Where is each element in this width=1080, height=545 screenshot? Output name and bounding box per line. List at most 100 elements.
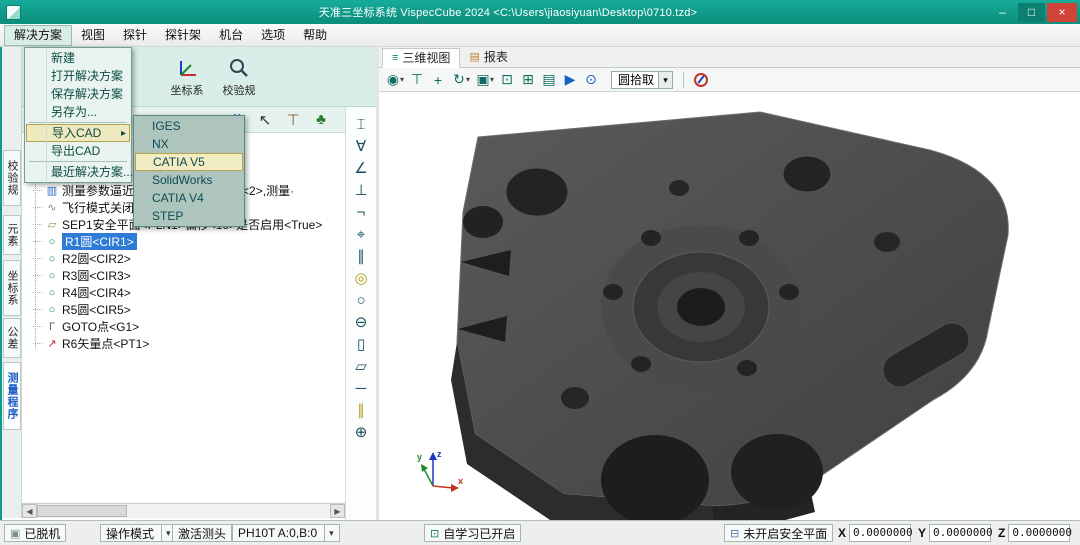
position-icon[interactable]: ⌖: [350, 225, 372, 245]
left-tab-strip: 校验规 元素 坐标系 公差 测量程序: [2, 47, 22, 518]
menu-import-cad[interactable]: 导入CAD ▸: [26, 124, 130, 142]
minimize-button[interactable]: –: [989, 3, 1016, 22]
ellipse-icon[interactable]: ⊖: [350, 313, 372, 333]
dropdown-arrow-icon[interactable]: ▾: [324, 525, 334, 541]
scroll-track[interactable]: [37, 504, 330, 518]
menu-recent-solutions[interactable]: 最近解决方案...: [26, 163, 130, 181]
dropdown-arrow-icon[interactable]: ▾: [161, 525, 171, 541]
menu-item-probe[interactable]: 探针: [114, 25, 156, 46]
titlebar: 天准三坐标系统 VispecCube 2024 <C:\Users\jiaosi…: [0, 0, 1080, 24]
menu-separator: [29, 161, 127, 162]
menu-item-solution[interactable]: 解决方案: [4, 25, 72, 46]
distance-icon[interactable]: ⌶: [350, 115, 372, 135]
submenu-catia-v4[interactable]: CATIA V4: [135, 189, 243, 207]
tree-item[interactable]: ○R3圆<CIR3>: [28, 267, 345, 284]
sidebar-tab-tolerance[interactable]: 公差: [3, 318, 21, 358]
menu-item-options[interactable]: 选项: [252, 25, 294, 46]
menu-export-cad[interactable]: 导出CAD: [26, 142, 130, 160]
circle-icon: ○: [45, 253, 59, 265]
dropdown-arrow-icon[interactable]: ▾: [658, 72, 672, 88]
x-coordinate-readout: X 0.0000000: [838, 524, 911, 542]
tree-item[interactable]: ○R5圆<CIR5>: [28, 301, 345, 318]
pan-icon[interactable]: +: [429, 70, 447, 90]
angle-icon[interactable]: ∠: [350, 159, 372, 179]
menu-item-probe-rack[interactable]: 探针架: [156, 25, 210, 46]
submenu-catia-v5[interactable]: CATIA V5: [135, 153, 243, 171]
tab-report[interactable]: ▤ 报表: [460, 47, 516, 67]
sidebar-tab-coordinate-systems[interactable]: 坐标系: [3, 260, 21, 316]
capture-icon[interactable]: ▤: [540, 70, 558, 90]
toolbar-button-gauge-check[interactable]: 校验规: [214, 50, 264, 104]
menu-item-help[interactable]: 帮助: [294, 25, 336, 46]
zoom-fit-icon[interactable]: ⊞: [519, 70, 537, 90]
offset-icon[interactable]: ¬: [350, 203, 372, 223]
submenu-solidworks[interactable]: SolidWorks: [135, 171, 243, 189]
magnifier-icon: [228, 57, 250, 79]
pick-point-icon[interactable]: ⊙: [582, 70, 600, 90]
tree-item-selected[interactable]: ○R1圆<CIR1>: [28, 233, 345, 250]
app-window: 天准三坐标系统 VispecCube 2024 <C:\Users\jiaosi…: [0, 0, 1080, 545]
parallel-icon[interactable]: ∥: [350, 247, 372, 267]
line-icon[interactable]: ─: [350, 379, 372, 399]
stylus-icon[interactable]: ↖: [255, 111, 275, 129]
hammer-icon[interactable]: ⊤: [283, 111, 303, 129]
parallel-lines-icon[interactable]: ∥: [350, 401, 372, 421]
pick-mode-combobox[interactable]: 圆拾取 ▾: [611, 71, 673, 89]
circle-icon: ○: [45, 287, 59, 299]
close-button[interactable]: ×: [1047, 3, 1077, 22]
list-icon: ≡: [392, 48, 398, 68]
tree-item[interactable]: ↗R6矢量点<PT1>: [28, 335, 345, 352]
menu-separator: [29, 122, 127, 123]
menu-open-solution[interactable]: 打开解决方案: [26, 67, 130, 85]
dropdown-arrow-icon: ▾: [490, 75, 494, 84]
menu-save-solution[interactable]: 保存解决方案: [26, 85, 130, 103]
angle-planes-icon[interactable]: ∀: [350, 137, 372, 157]
operation-mode-combobox[interactable]: 操作模式 ▾: [100, 524, 177, 542]
circle-icon: ○: [45, 236, 59, 248]
tree-item[interactable]: ○R2圆<CIR2>: [28, 250, 345, 267]
safety-plane-icon: ⊟: [730, 527, 739, 540]
menu-item-view[interactable]: 视图: [72, 25, 114, 46]
submenu-step[interactable]: STEP: [135, 207, 243, 225]
toolbar-separator: [683, 72, 684, 88]
active-probe-combobox[interactable]: PH10T A:0,B:0 ▾: [232, 524, 340, 542]
circle-icon[interactable]: ○: [350, 291, 372, 311]
scroll-left-button[interactable]: ◀: [22, 504, 37, 518]
tree-item[interactable]: ΓGOTO点<G1>: [28, 318, 345, 335]
solution-menu: 新建 打开解决方案 保存解决方案 另存为... 导入CAD ▸ 导出CAD 最近…: [24, 47, 132, 183]
toolbar-button-coordinate-system[interactable]: 坐标系: [162, 50, 212, 104]
view-cube-icon[interactable]: ▣▾: [474, 70, 495, 90]
tree-icon[interactable]: ♣: [311, 111, 331, 128]
menu-item-machine[interactable]: 机台: [210, 25, 252, 46]
tab-3d-view[interactable]: ≡ 三维视图: [382, 48, 460, 68]
tree-horizontal-scrollbar[interactable]: ◀ ▶: [22, 503, 345, 518]
x-value: 0.0000000: [849, 524, 911, 542]
probe-display-icon[interactable]: ⊤: [408, 70, 426, 90]
sidebar-tab-gauge-check[interactable]: 校验规: [3, 150, 21, 206]
zoom-window-icon[interactable]: ⊡: [498, 70, 516, 90]
play-icon[interactable]: ▶: [561, 70, 579, 90]
point-icon[interactable]: ⊕: [350, 423, 372, 443]
perpendicular-icon[interactable]: ⊥: [350, 181, 372, 201]
submenu-nx[interactable]: NX: [135, 135, 243, 153]
menu-new[interactable]: 新建: [26, 49, 130, 67]
self-learning-status[interactable]: ⊡ 自学习已开启: [424, 524, 521, 542]
3d-viewport[interactable]: z y x: [379, 92, 1080, 520]
maximize-button[interactable]: □: [1018, 3, 1045, 22]
cad-model[interactable]: [379, 92, 1080, 520]
plane-icon[interactable]: ▱: [350, 357, 372, 377]
menu-save-as[interactable]: 另存为...: [26, 103, 130, 121]
view-options-icon[interactable]: ◉▾: [384, 70, 405, 90]
concentric-circle-icon[interactable]: ◎: [350, 269, 372, 289]
sidebar-tab-measure-program[interactable]: 测量程序: [3, 362, 21, 430]
scroll-thumb[interactable]: [37, 505, 127, 517]
safety-plane-status[interactable]: ⊟ 未开启安全平面: [724, 524, 833, 542]
tree-item[interactable]: ○R4圆<CIR4>: [28, 284, 345, 301]
scroll-right-button[interactable]: ▶: [330, 504, 345, 518]
slot-icon[interactable]: ▯: [350, 335, 372, 355]
menu-bar: 解决方案 视图 探针 探针架 机台 选项 帮助: [0, 24, 1080, 47]
submenu-iges[interactable]: IGES: [135, 117, 243, 135]
compass-icon[interactable]: [694, 73, 708, 87]
sidebar-tab-elements[interactable]: 元素: [3, 215, 21, 255]
rotate-icon[interactable]: ↻▾: [450, 70, 471, 90]
